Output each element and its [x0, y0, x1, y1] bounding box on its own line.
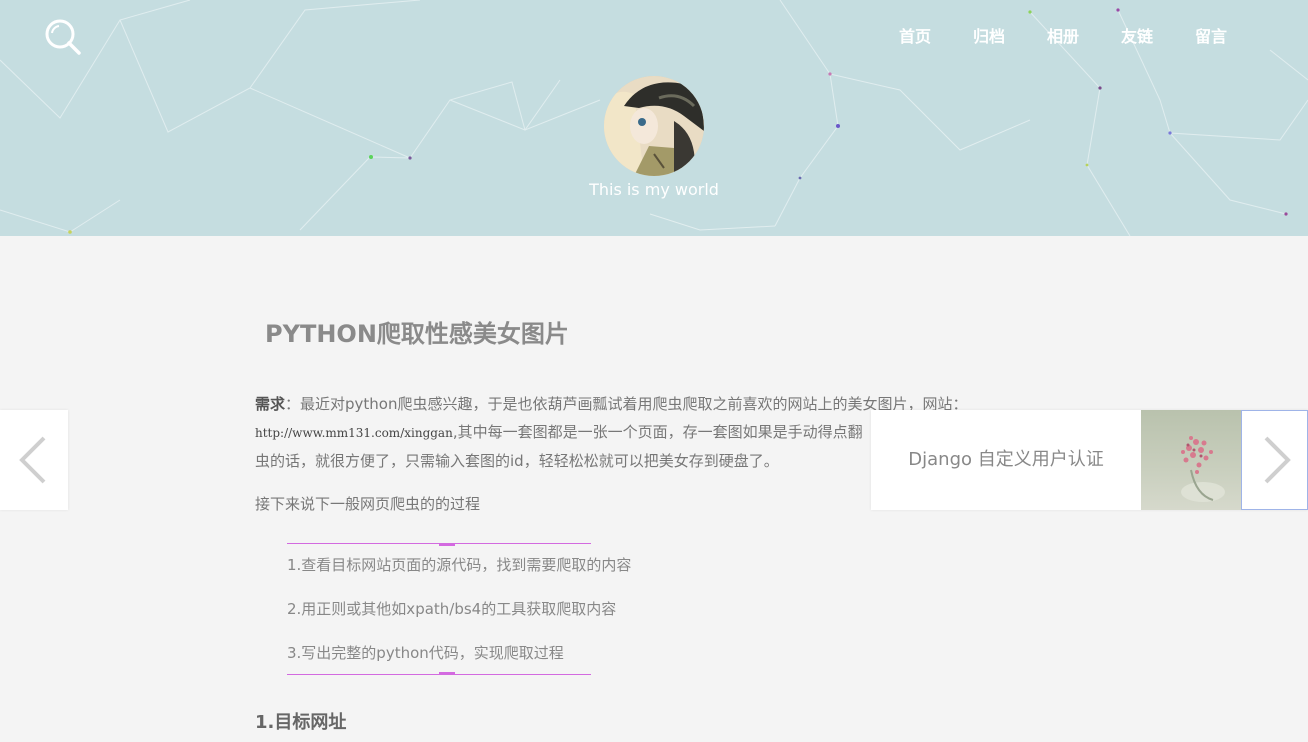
requirement-label: 需求	[255, 395, 286, 413]
nav-album-link[interactable]: 相册	[1026, 26, 1100, 48]
nav-message-link[interactable]: 留言	[1174, 26, 1248, 48]
prev-post-button[interactable]	[0, 410, 68, 510]
avatar[interactable]	[604, 76, 704, 176]
step-item: 1.查看目标网站页面的源代码，找到需要爬取的内容	[287, 556, 632, 574]
main-nav: 首页 归档 相册 友链 留言	[878, 26, 1248, 48]
section-heading: 1.目标网址	[255, 712, 347, 733]
nav-home-link[interactable]: 首页	[878, 26, 952, 48]
nav-friends-link[interactable]: 友链	[1100, 26, 1174, 48]
chevron-left-icon	[19, 436, 46, 484]
site-motto: This is my world	[589, 180, 719, 199]
requirement-text-b: ,其中每一套图都是一张一个页面，存一套图如果是手动得点翻	[452, 423, 863, 441]
target-url-text: http://www.mm131.com/xinggan	[255, 426, 453, 440]
step-item: 2.用正则或其他如xpath/bs4的工具获取爬取内容	[287, 600, 617, 618]
nav-archive-link[interactable]: 归档	[952, 26, 1026, 48]
post-title: PYTHON爬取性感美女图片	[265, 320, 569, 348]
next-post-card[interactable]: Django 自定义用户认证	[871, 410, 1308, 510]
requirement-text-a: ：最近对python爬虫感兴趣，于是也依葫芦画瓢试着用爬虫爬取之前喜欢的网站上的…	[285, 395, 968, 413]
next-post-button[interactable]	[1241, 410, 1308, 510]
requirement-text-c: 虫的话，就很方便了，只需输入套图的id，轻轻松松就可以把美女存到硬盘了。	[255, 452, 779, 470]
step-item: 3.写出完整的python代码，实现爬取过程	[287, 644, 564, 662]
steps-block: 1.查看目标网站页面的源代码，找到需要爬取的内容 2.用正则或其他如xpath/…	[287, 543, 631, 675]
next-post-thumbnail	[1141, 410, 1241, 510]
chevron-right-icon	[1264, 436, 1291, 484]
search-icon[interactable]	[44, 18, 82, 56]
header-banner: 首页 归档 相册 友链 留言 This is my world	[0, 0, 1308, 236]
next-post-title[interactable]: Django 自定义用户认证	[871, 410, 1141, 510]
